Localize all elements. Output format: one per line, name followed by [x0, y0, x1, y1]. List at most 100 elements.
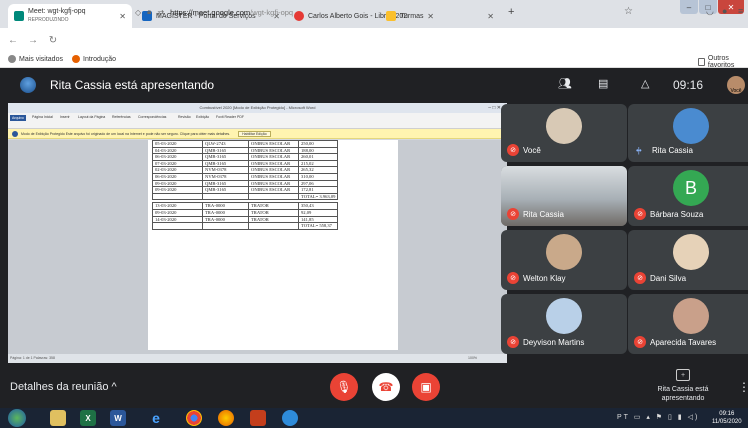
account-icon[interactable]: ● — [722, 6, 727, 16]
close-tab-icon[interactable]: ✕ — [119, 12, 126, 21]
internet-explorer-icon[interactable]: e — [148, 410, 164, 426]
participant-tile[interactable]: ⊘ Aparecida Tavares — [628, 294, 748, 354]
table-cell: 14-03-2020 — [152, 215, 203, 224]
file-explorer-icon[interactable] — [50, 410, 66, 426]
table-cell: TRA-0000 — [202, 208, 249, 217]
fuel-table: 05-03-2020 QLW-2743 ONIBUS ESCOLAR 250,00 04… — [152, 140, 339, 230]
excel-icon[interactable]: X — [80, 410, 96, 426]
zoom-level[interactable]: 100% — [468, 356, 477, 360]
enable-editing-button[interactable]: Habilitar Edição — [238, 130, 271, 137]
ribbon-tab-mailings[interactable]: Correspondências — [138, 115, 166, 119]
participant-tile[interactable]: ⊘ Welton Klay — [501, 230, 627, 290]
participant-avatar — [546, 298, 582, 334]
people-icon[interactable]: 👥︎ — [558, 77, 572, 90]
meeting-details-button[interactable]: Detalhes da reunião ^ — [10, 381, 117, 393]
table-cell: TRATOR — [248, 215, 299, 224]
document-area: 05-03-2020 QLW-2743 ONIBUS ESCOLAR 250,00 04… — [8, 140, 507, 354]
participant-name: Deyvison Martins — [523, 338, 585, 347]
participant-avatar: B — [673, 170, 709, 206]
shield-icon: ◇ — [135, 7, 142, 17]
shared-screen: Combustível 2020 [Modo de Exibição Prote… — [8, 103, 507, 363]
ribbon-tab-view[interactable]: Exibição — [196, 115, 209, 119]
document-page: 05-03-2020 QLW-2743 ONIBUS ESCOLAR 250,00 04… — [148, 140, 398, 350]
mic-off-icon: ⊘ — [507, 336, 519, 348]
self-avatar[interactable]: Você — [727, 76, 745, 94]
more-options-icon[interactable]: ⋮ — [738, 380, 748, 394]
participant-tile[interactable]: ⊘ Dani Silva — [628, 230, 748, 290]
word-status-text: Página: 1 de 1 Palavras: 358 — [10, 356, 55, 360]
ribbon-tab-references[interactable]: Referências — [112, 115, 131, 119]
chevron-up-icon: ^ — [111, 381, 117, 393]
participant-tile[interactable]: •|• Rita Cassia — [628, 104, 748, 162]
table-cell: ONIBUS ESCOLAR — [248, 146, 299, 155]
ribbon-tab-foxit[interactable]: Foxit Reader PDF — [216, 115, 244, 119]
chrome-icon[interactable] — [186, 410, 202, 426]
table-cell: ONIBUS ESCOLAR — [248, 166, 299, 174]
start-button-icon[interactable] — [8, 409, 26, 427]
participant-name: Aparecida Tavares — [650, 338, 717, 347]
participant-tile[interactable]: B ⊘ Bárbara Souza — [628, 166, 748, 226]
participant-tile[interactable]: ⊘ Você — [501, 104, 627, 162]
chat-icon[interactable]: ▤ — [598, 77, 608, 90]
reload-icon[interactable]: ↻ — [46, 35, 60, 46]
url-host: https://meet.google.com — [170, 7, 251, 17]
pocket-icon[interactable]: ◡ — [706, 6, 714, 17]
camera-off-icon: ▣ — [420, 380, 432, 394]
mic-off-button[interactable]: 🎙︎ — [330, 373, 358, 401]
ribbon-tab-layout[interactable]: Layout da Página — [78, 115, 105, 119]
mic-off-icon: ⊘ — [634, 272, 646, 284]
camera-off-button[interactable]: ▣ — [412, 373, 440, 401]
ribbon-tab-home[interactable]: Página Inicial — [32, 115, 53, 119]
bookmark-star-icon[interactable]: ☆ — [624, 6, 633, 17]
tab-meet[interactable]: Meet: wgt-kgfj-opq REPRODUZINDO ✕ — [8, 4, 132, 28]
table-cell: TOTAL= 3.963,09 — [297, 192, 339, 201]
tab-meet-subtitle: REPRODUZINDO — [28, 17, 69, 23]
speaking-indicator-icon: •|• — [636, 146, 642, 155]
participant-name: Rita Cassia — [523, 210, 564, 219]
participant-tile[interactable]: ⊘ Rita Cassia — [501, 166, 627, 226]
table-cell: 188,00 — [297, 146, 339, 155]
ribbon-tab-insert[interactable]: Inserir — [60, 115, 70, 119]
present-screen-icon[interactable]: + — [676, 369, 690, 381]
menu-icon[interactable]: ≡ — [738, 6, 743, 16]
system-clock[interactable]: 09:16 11/05/2020 — [712, 410, 742, 426]
bookmark-mais-visitados[interactable]: Mais visitados — [8, 55, 63, 63]
table-row: TOTAL= 3.963,09 — [152, 192, 339, 201]
participant-tile[interactable]: ⊘ Deyvison Martins — [501, 294, 627, 354]
ribbon-tab-file[interactable]: Arquivo — [10, 115, 26, 121]
mic-off-icon: ⊘ — [634, 336, 646, 348]
ribbon-tab-review[interactable]: Revisão — [178, 115, 191, 119]
table-cell: 09-03-2020 — [152, 186, 203, 194]
table-row: 06-03-2020 NVM-0378 ONIBUS ESCOLAR 310,00 — [152, 172, 339, 181]
bookmark-outros[interactable]: Outros favoritos — [698, 55, 748, 69]
table-cell: QMB-3165 — [202, 179, 249, 188]
participant-name: Welton Klay — [523, 274, 566, 283]
word-icon[interactable]: W — [110, 410, 126, 426]
back-arrow-icon[interactable]: ← — [6, 35, 20, 46]
bookmark-label: Introdução — [83, 55, 117, 63]
shield-warning-icon — [12, 130, 18, 137]
lock-icon: 🔒︎ — [147, 7, 152, 16]
skype-icon[interactable] — [282, 410, 298, 426]
minimize-icon[interactable]: – — [680, 0, 698, 14]
bookmark-introducao[interactable]: Introdução — [72, 55, 116, 63]
table-row: 14-03-2020 TRA-0000 TRATOR 141,85 — [152, 215, 339, 224]
system-time: 09:16 — [719, 411, 735, 417]
firefox-icon[interactable] — [218, 410, 234, 426]
table-cell: 04-03-2020 — [152, 146, 203, 155]
leave-call-button[interactable]: ☎ — [372, 373, 400, 401]
activities-icon[interactable]: △ — [641, 77, 649, 90]
language-indicator[interactable]: PT — [617, 414, 630, 421]
forward-arrow-icon[interactable]: → — [26, 35, 40, 46]
mic-off-icon: 🎙︎ — [336, 380, 352, 394]
url-field[interactable]: ◇ 🔒︎ ⇄ https://meet.google.com/wgt-kgfj-… — [135, 4, 635, 20]
firefox-icon — [72, 55, 80, 63]
table-cell — [248, 192, 299, 201]
bookmark-label: Mais visitados — [19, 55, 63, 63]
presenting-label: Rita Cassia está apresentando — [657, 386, 709, 402]
table-cell — [202, 222, 249, 230]
powerpoint-icon[interactable] — [250, 410, 266, 426]
participant-avatar — [546, 234, 582, 270]
table-cell: ONIBUS ESCOLAR — [248, 153, 299, 161]
table-cell: TRATOR — [248, 202, 299, 210]
